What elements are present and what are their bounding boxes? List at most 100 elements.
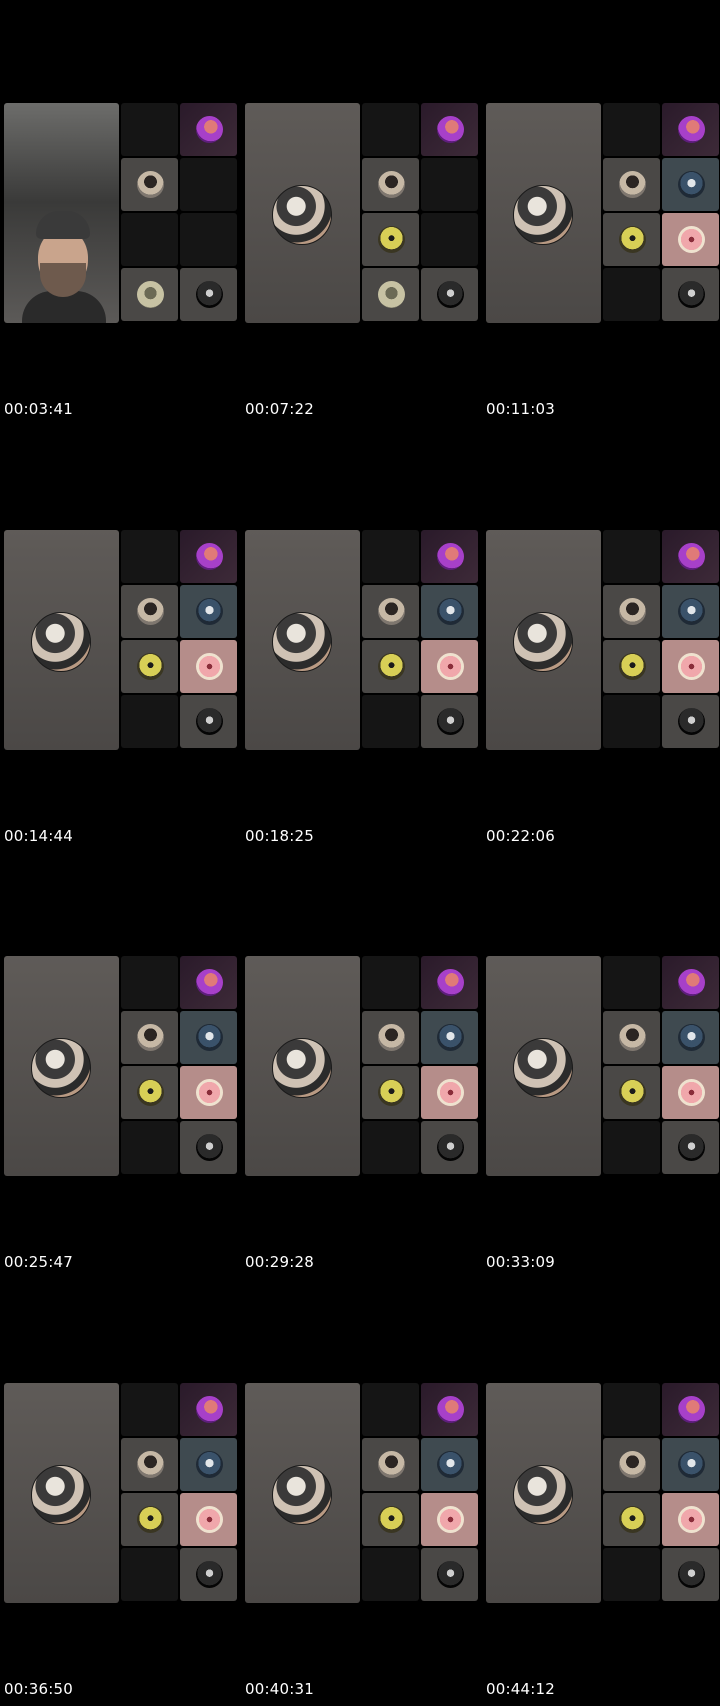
main-video-tile[interactable] <box>486 103 601 323</box>
participant-tile[interactable] <box>180 530 237 583</box>
empty-participant-tile[interactable] <box>180 213 237 266</box>
participant-tile[interactable] <box>421 530 478 583</box>
participant-tile[interactable] <box>121 585 178 638</box>
participant-tile[interactable] <box>121 158 178 211</box>
empty-participant-tile[interactable] <box>603 530 660 583</box>
participant-tile[interactable] <box>362 158 419 211</box>
participant-tile[interactable] <box>662 695 719 748</box>
participant-tile[interactable] <box>421 585 478 638</box>
participant-tile[interactable] <box>180 1438 237 1491</box>
participant-tile[interactable] <box>662 1548 719 1601</box>
main-video-tile[interactable] <box>4 956 119 1176</box>
empty-participant-tile[interactable] <box>603 268 660 321</box>
empty-participant-tile[interactable] <box>362 1383 419 1436</box>
empty-participant-tile[interactable] <box>421 213 478 266</box>
participant-tile[interactable] <box>362 1011 419 1064</box>
participant-tile[interactable] <box>121 640 178 693</box>
empty-participant-tile[interactable] <box>603 695 660 748</box>
empty-participant-tile[interactable] <box>121 530 178 583</box>
main-video-tile[interactable] <box>4 1383 119 1603</box>
main-video-tile[interactable] <box>486 530 601 750</box>
participant-tile[interactable] <box>662 1383 719 1436</box>
empty-participant-tile[interactable] <box>180 158 237 211</box>
participant-tile[interactable] <box>362 585 419 638</box>
participant-tile[interactable] <box>421 1383 478 1436</box>
participant-tile[interactable] <box>662 585 719 638</box>
main-video-tile[interactable] <box>4 530 119 750</box>
participant-tile[interactable] <box>421 1121 478 1174</box>
participant-tile[interactable] <box>180 585 237 638</box>
empty-participant-tile[interactable] <box>121 1121 178 1174</box>
empty-participant-tile[interactable] <box>362 1121 419 1174</box>
participant-tile[interactable] <box>180 268 237 321</box>
participant-tile[interactable] <box>180 640 237 693</box>
participant-tile[interactable] <box>662 640 719 693</box>
empty-participant-tile[interactable] <box>362 530 419 583</box>
empty-participant-tile[interactable] <box>121 213 178 266</box>
empty-participant-tile[interactable] <box>603 103 660 156</box>
participant-tile[interactable] <box>362 1438 419 1491</box>
main-video-tile[interactable] <box>245 1383 360 1603</box>
empty-participant-tile[interactable] <box>603 1383 660 1436</box>
participant-tile[interactable] <box>662 956 719 1009</box>
participant-tile[interactable] <box>180 1493 237 1546</box>
participant-tile[interactable] <box>421 103 478 156</box>
participant-tile[interactable] <box>662 530 719 583</box>
participant-tile[interactable] <box>662 1011 719 1064</box>
participant-tile[interactable] <box>662 158 719 211</box>
participant-tile[interactable] <box>603 640 660 693</box>
participant-tile[interactable] <box>662 268 719 321</box>
empty-participant-tile[interactable] <box>121 956 178 1009</box>
empty-participant-tile[interactable] <box>362 1548 419 1601</box>
participant-tile[interactable] <box>180 103 237 156</box>
participant-tile[interactable] <box>180 1011 237 1064</box>
participant-tile[interactable] <box>180 1383 237 1436</box>
empty-participant-tile[interactable] <box>121 103 178 156</box>
main-video-tile[interactable] <box>245 103 360 323</box>
participant-tile[interactable] <box>362 213 419 266</box>
participant-tile[interactable] <box>662 1493 719 1546</box>
participant-tile[interactable] <box>180 1066 237 1119</box>
participant-tile[interactable] <box>603 1493 660 1546</box>
participant-tile[interactable] <box>662 1438 719 1491</box>
participant-tile[interactable] <box>421 640 478 693</box>
participant-tile[interactable] <box>180 956 237 1009</box>
participant-tile[interactable] <box>662 103 719 156</box>
empty-participant-tile[interactable] <box>603 1121 660 1174</box>
participant-tile[interactable] <box>603 158 660 211</box>
participant-tile[interactable] <box>603 1066 660 1119</box>
participant-tile[interactable] <box>362 1066 419 1119</box>
participant-tile[interactable] <box>421 1011 478 1064</box>
empty-participant-tile[interactable] <box>362 103 419 156</box>
participant-tile[interactable] <box>362 268 419 321</box>
participant-tile[interactable] <box>662 1066 719 1119</box>
main-video-tile[interactable] <box>486 1383 601 1603</box>
participant-tile[interactable] <box>180 695 237 748</box>
participant-tile[interactable] <box>421 268 478 321</box>
empty-participant-tile[interactable] <box>362 956 419 1009</box>
empty-participant-tile[interactable] <box>121 1383 178 1436</box>
participant-tile[interactable] <box>121 1011 178 1064</box>
participant-tile[interactable] <box>121 1493 178 1546</box>
empty-participant-tile[interactable] <box>362 695 419 748</box>
empty-participant-tile[interactable] <box>421 158 478 211</box>
main-video-tile[interactable] <box>245 956 360 1176</box>
participant-tile[interactable] <box>603 213 660 266</box>
participant-tile[interactable] <box>421 1438 478 1491</box>
participant-tile[interactable] <box>180 1121 237 1174</box>
participant-tile[interactable] <box>421 956 478 1009</box>
participant-tile[interactable] <box>121 1066 178 1119</box>
participant-tile[interactable] <box>362 1493 419 1546</box>
participant-tile[interactable] <box>662 1121 719 1174</box>
participant-tile[interactable] <box>603 1011 660 1064</box>
participant-tile[interactable] <box>121 268 178 321</box>
empty-participant-tile[interactable] <box>603 956 660 1009</box>
participant-tile[interactable] <box>421 695 478 748</box>
main-video-tile[interactable] <box>486 956 601 1176</box>
empty-participant-tile[interactable] <box>603 1548 660 1601</box>
participant-tile[interactable] <box>603 585 660 638</box>
participant-tile[interactable] <box>421 1548 478 1601</box>
participant-tile[interactable] <box>121 1438 178 1491</box>
empty-participant-tile[interactable] <box>121 695 178 748</box>
main-video-tile[interactable] <box>4 103 119 323</box>
